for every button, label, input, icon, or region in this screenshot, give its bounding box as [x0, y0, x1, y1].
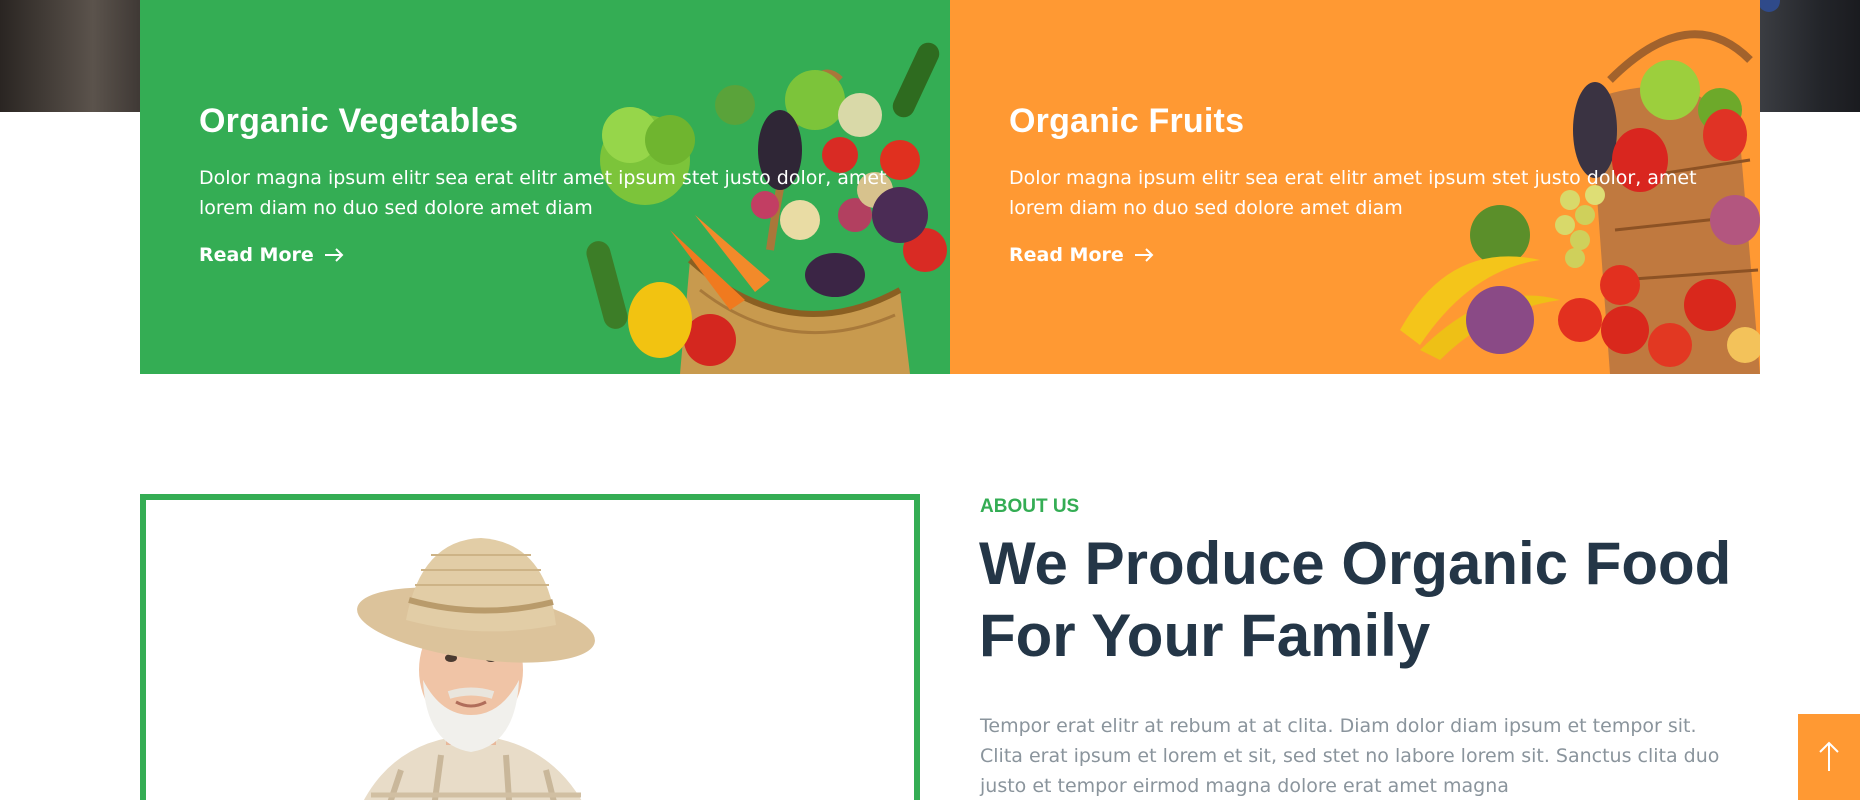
card-title: Organic Fruits [1009, 102, 1245, 140]
about-description: Tempor erat elitr at rebum at at clita. … [980, 715, 1720, 797]
card-description: Dolor magna ipsum elitr sea erat elitr a… [1009, 167, 1697, 219]
read-more-label: Read More [199, 244, 314, 266]
arrow-up-icon [1819, 741, 1839, 771]
card-description: Dolor magna ipsum elitr sea erat elitr a… [199, 167, 887, 219]
card-organic-fruits: Organic Fruits Dolor magna ipsum elitr s… [950, 0, 1760, 374]
read-more-link[interactable]: Read More [1009, 244, 1154, 266]
back-to-top-button[interactable] [1798, 714, 1860, 800]
about-heading: We Produce Organic Food For Your Family [979, 530, 1732, 669]
card-title: Organic Vegetables [199, 102, 519, 140]
card-organic-vegetables: Organic Vegetables Dolor magna ipsum eli… [140, 0, 950, 374]
about-eyebrow: ABOUT US [980, 496, 1080, 517]
feature-cards: Organic Vegetables Dolor magna ipsum eli… [140, 0, 1760, 374]
read-more-link[interactable]: Read More [199, 244, 344, 266]
read-more-label: Read More [1009, 244, 1124, 266]
arrow-right-icon [324, 248, 344, 262]
farmer-photo [357, 538, 595, 800]
about-image-frame [140, 494, 920, 800]
arrow-right-icon [1134, 248, 1154, 262]
hero-person-photo [1760, 0, 1860, 112]
